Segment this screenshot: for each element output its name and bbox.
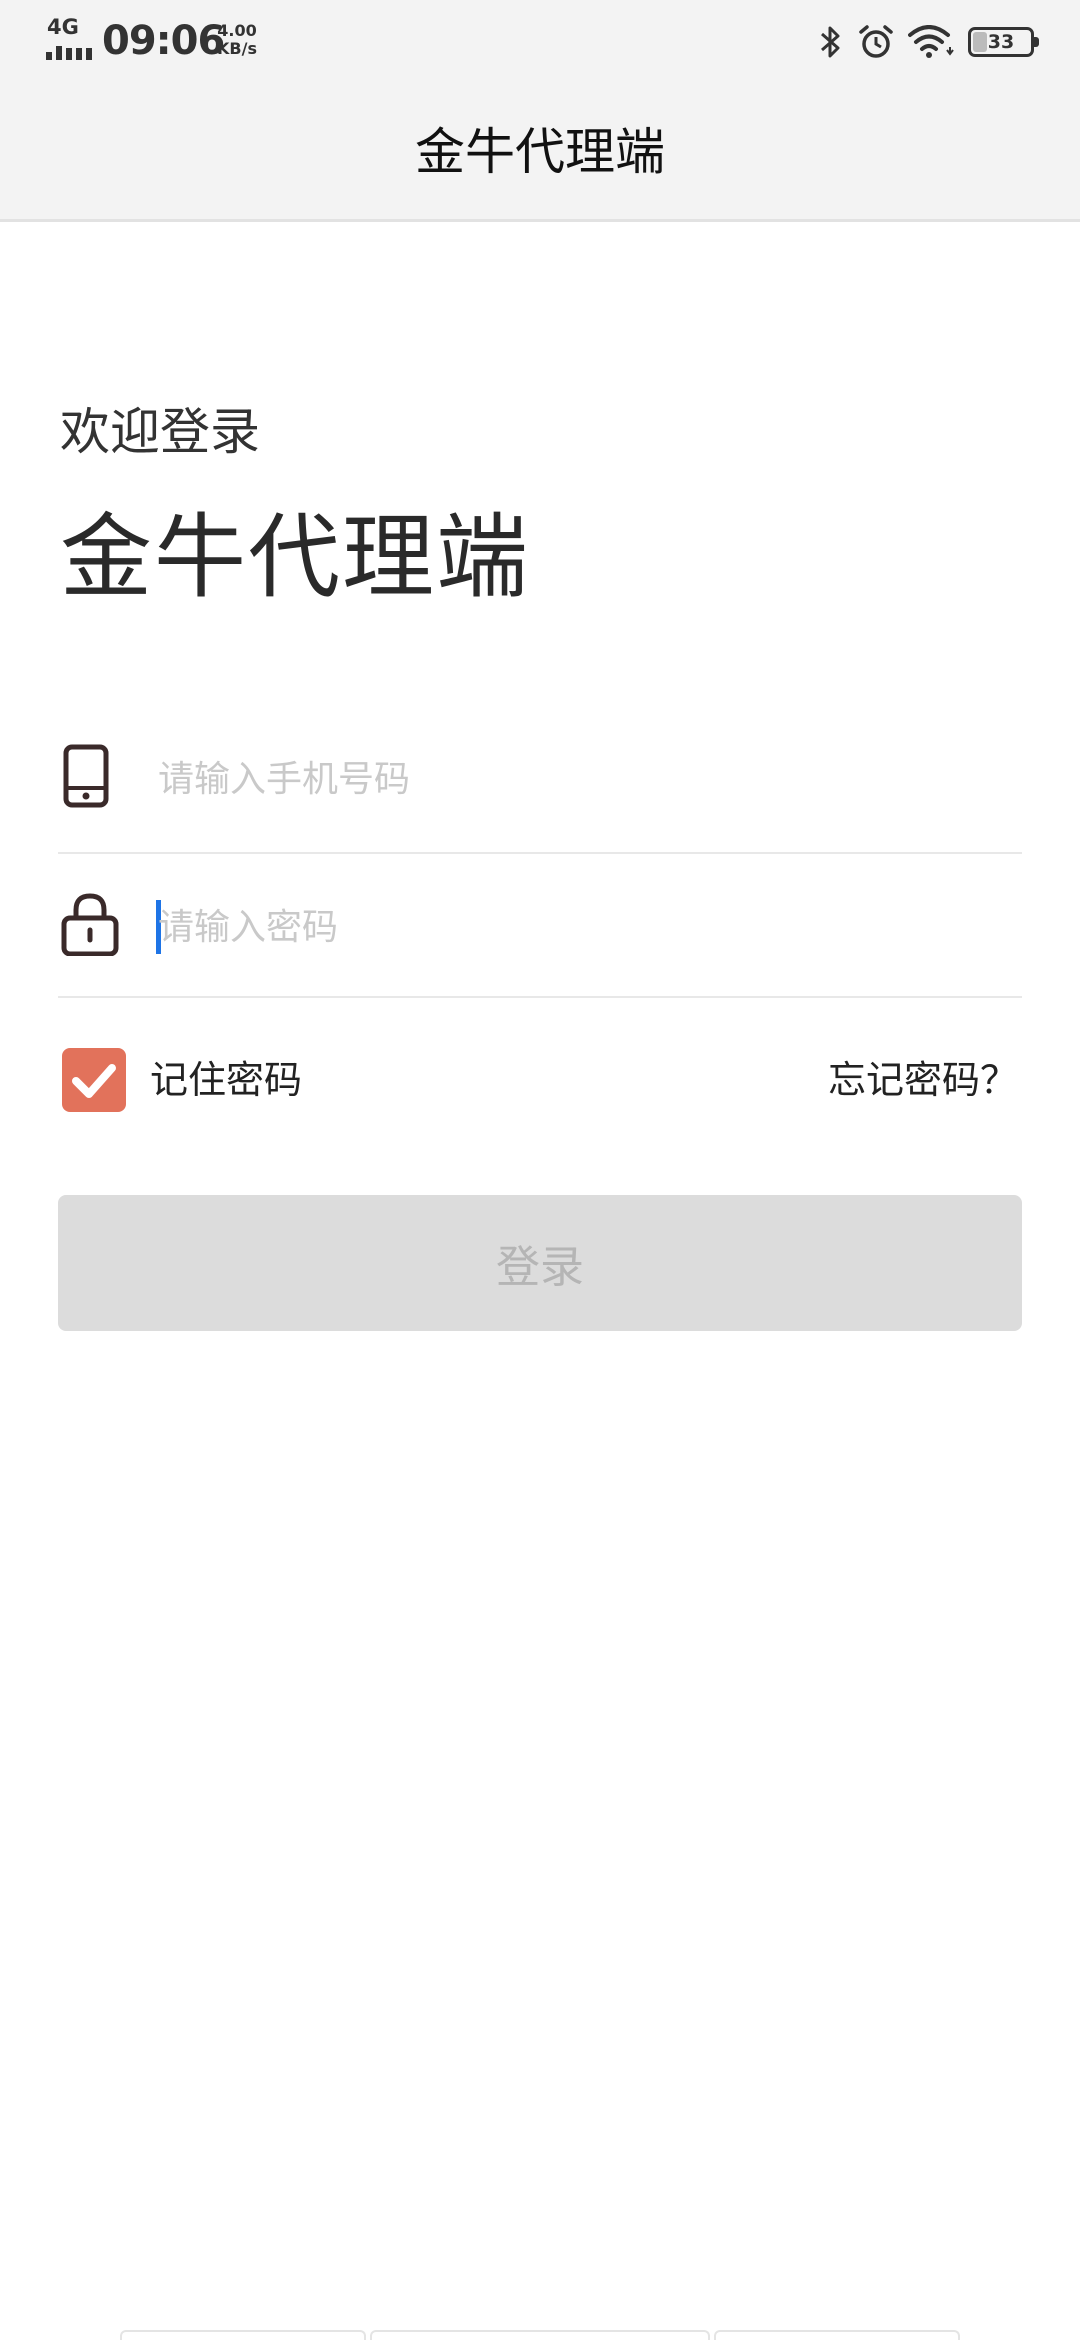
remember-password-checkbox[interactable] bbox=[62, 1048, 126, 1112]
bottom-panel-edge bbox=[120, 2330, 366, 2340]
lock-icon bbox=[61, 893, 119, 956]
app-name-heading: 金牛代理端 bbox=[60, 504, 531, 611]
wifi-icon bbox=[908, 25, 954, 58]
forgot-password-link[interactable]: 忘记密码？ bbox=[828, 1054, 1018, 1106]
bottom-panel-edge bbox=[714, 2330, 960, 2340]
password-field-row bbox=[58, 856, 1022, 998]
page-title: 金牛代理端 bbox=[415, 123, 665, 181]
network-speed: 4.00 KB/s bbox=[212, 22, 262, 58]
network-speed-unit: KB/s bbox=[217, 39, 257, 58]
status-bar: 4G 09:06 4.00 KB/s 33 bbox=[0, 0, 1080, 84]
phone-field-row bbox=[58, 720, 1022, 854]
phone-input[interactable] bbox=[158, 744, 978, 814]
password-input[interactable] bbox=[158, 892, 978, 962]
login-button[interactable]: 登录 bbox=[58, 1195, 1022, 1331]
login-screen: 4G 09:06 4.00 KB/s 33 金牛代理端 欢迎登录 金牛代理端 请… bbox=[0, 0, 1080, 2340]
check-icon bbox=[72, 1064, 116, 1098]
signal-icon bbox=[46, 46, 92, 60]
status-icons: 33 bbox=[818, 20, 1039, 64]
welcome-text: 欢迎登录 bbox=[60, 403, 260, 461]
network-speed-value: 4.00 bbox=[217, 21, 257, 40]
bottom-panel-edge bbox=[370, 2330, 710, 2340]
bluetooth-icon bbox=[821, 26, 840, 58]
battery-icon: 33 bbox=[968, 27, 1039, 57]
battery-percent: 33 bbox=[987, 31, 1015, 53]
phone-icon bbox=[63, 744, 109, 808]
remember-password-label[interactable]: 记住密码 bbox=[150, 1054, 302, 1106]
app-bar: 金牛代理端 bbox=[0, 84, 1080, 222]
status-time: 09:06 bbox=[102, 18, 225, 64]
alarm-icon bbox=[859, 25, 893, 58]
